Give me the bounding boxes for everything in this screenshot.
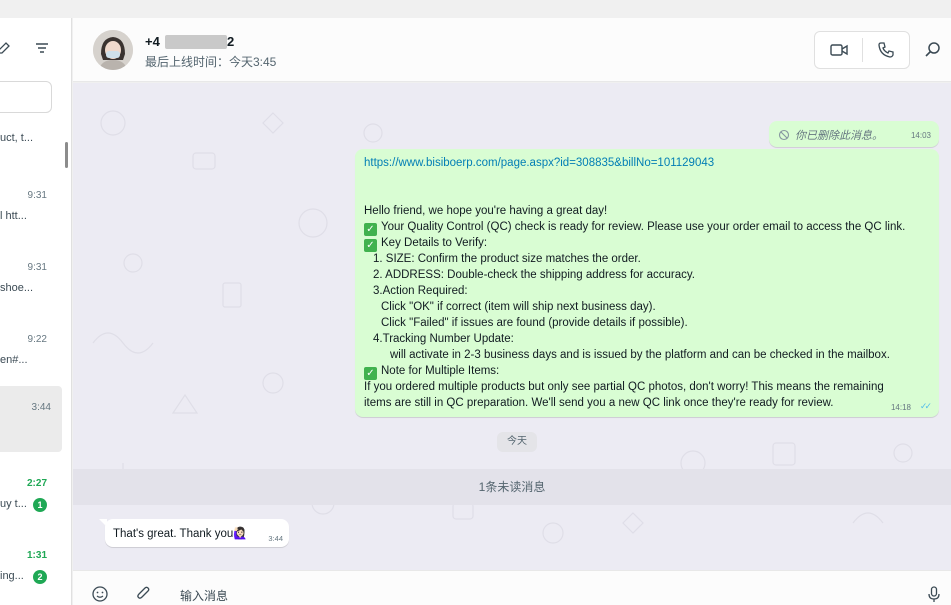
message-line-text: Key Details to Verify: xyxy=(381,237,488,249)
call-buttons xyxy=(814,31,910,69)
message-line-text: If you ordered multiple products but onl… xyxy=(364,381,884,393)
message-composer: 输入消息 xyxy=(73,570,951,605)
message-line-text: Note for Multiple Items: xyxy=(381,365,500,377)
deleted-message-bubble[interactable]: 你已删除此消息。 14:03 xyxy=(769,121,939,147)
filter-icon[interactable] xyxy=(34,40,50,56)
chat-preview: uct, t... xyxy=(0,132,34,144)
chat-list-item[interactable]: 3:44 xyxy=(0,386,62,452)
message-line: 4.Tracking Number Update: xyxy=(373,333,514,345)
message-line: 2. ADDRESS: Double-check the shipping ad… xyxy=(373,269,695,281)
read-receipt-icon: ✓✓ xyxy=(919,401,932,411)
chat-list-item[interactable]: uct, t... xyxy=(0,130,64,180)
chat-header: +4 2 最后上线时间：今天3:45 xyxy=(73,18,951,82)
sidebar-scrollbar[interactable] xyxy=(65,142,68,168)
chat-time: 2:27 xyxy=(26,478,47,489)
message-line: ✓ Key Details to Verify: xyxy=(364,237,487,252)
message-line-text: Click "OK" if correct (item will ship ne… xyxy=(381,301,656,313)
chat-list-item[interactable]: 2:27 uy t... 1 xyxy=(0,478,64,528)
chat-preview: l htt... xyxy=(0,210,27,222)
chat-list-item[interactable]: 1:31 ing... 2 xyxy=(0,550,64,600)
check-mark-icon: ✓ xyxy=(364,367,377,380)
message-line-text: 4.Tracking Number Update: xyxy=(373,333,514,345)
message-line-text: items are still in QC preparation. We'll… xyxy=(364,397,834,409)
call-divider xyxy=(862,38,863,62)
chat-time: 1:31 xyxy=(26,550,47,561)
search-icon[interactable] xyxy=(923,40,943,60)
contact-name[interactable]: +4 xyxy=(145,34,160,49)
incoming-message-text: That's great. Thank you🙋🏻‍♀️ xyxy=(113,528,248,540)
message-input[interactable]: 输入消息 xyxy=(180,587,228,604)
message-line-text: 1. SIZE: Confirm the product size matche… xyxy=(373,253,641,265)
unread-count-badge: 2 xyxy=(33,570,47,584)
chat-preview: ing... xyxy=(0,570,24,582)
message-line-text: Hello friend, we hope you're having a gr… xyxy=(364,205,608,217)
message-line: Click "Failed" if issues are found (prov… xyxy=(381,317,688,329)
conversation-panel[interactable]: 你已删除此消息。 14:03 https://www.bisiboerp.com… xyxy=(73,83,951,570)
microphone-icon[interactable] xyxy=(925,585,945,605)
check-mark-icon: ✓ xyxy=(364,223,377,236)
attach-icon[interactable] xyxy=(135,585,155,605)
date-divider: 今天 xyxy=(497,432,537,452)
last-seen-status: 最后上线时间：今天3:45 xyxy=(145,55,277,69)
message-line: will activate in 2-3 business days and i… xyxy=(390,349,890,361)
message-line-text: 2. ADDRESS: Double-check the shipping ad… xyxy=(373,269,695,281)
chat-time: 3:44 xyxy=(31,402,51,413)
message-line-text: Your Quality Control (QC) check is ready… xyxy=(381,221,906,233)
video-call-icon[interactable] xyxy=(829,40,849,60)
chat-list-item[interactable]: 9:22 en#... xyxy=(0,334,64,384)
incoming-message-bubble[interactable]: That's great. Thank you🙋🏻‍♀️ 3:44 xyxy=(105,519,289,547)
message-line: items are still in QC preparation. We'll… xyxy=(364,397,834,409)
check-mark-icon: ✓ xyxy=(364,239,377,252)
qc-link[interactable]: https://www.bisiboerp.com/page.aspx?id=3… xyxy=(364,157,714,169)
chat-search-input[interactable] xyxy=(0,81,52,113)
message-line: If you ordered multiple products but onl… xyxy=(364,381,884,393)
emoji-icon[interactable] xyxy=(91,585,111,605)
chat-list-item[interactable]: 9:31 shoe... xyxy=(0,262,64,312)
unread-count-badge: 1 xyxy=(33,498,47,512)
message-time: 3:44 xyxy=(268,534,283,543)
contact-name-suffix[interactable]: 2 xyxy=(227,34,234,49)
message-line-text: Click "Failed" if issues are found (prov… xyxy=(381,317,688,329)
chat-preview: uy t... xyxy=(0,498,27,510)
message-line-text: will activate in 2-3 business days and i… xyxy=(390,349,890,361)
avatar[interactable] xyxy=(93,30,133,70)
message-line: Hello friend, we hope you're having a gr… xyxy=(364,205,607,217)
voice-call-icon[interactable] xyxy=(876,40,896,60)
message-line: 3.Action Required: xyxy=(373,285,468,297)
unread-messages-divider: 1条未读消息 xyxy=(73,469,951,505)
message-line: 1. SIZE: Confirm the product size matche… xyxy=(373,253,641,265)
chat-time: 9:22 xyxy=(27,334,47,345)
chat-preview: en#... xyxy=(0,354,28,366)
chat-time: 9:31 xyxy=(27,190,47,201)
message-line: Click "OK" if correct (item will ship ne… xyxy=(381,301,656,313)
message-line: ✓ Note for Multiple Items: xyxy=(364,365,499,380)
outgoing-qc-message[interactable]: https://www.bisiboerp.com/page.aspx?id=3… xyxy=(355,149,939,417)
chat-list-item[interactable]: 9:31 l htt... xyxy=(0,190,64,240)
message-time: 14:03 xyxy=(910,131,931,140)
message-line-text: 3.Action Required: xyxy=(373,285,468,297)
blocked-icon xyxy=(778,129,790,141)
redacted-number xyxy=(165,35,227,49)
title-strip xyxy=(0,0,951,18)
new-chat-icon[interactable] xyxy=(0,40,12,56)
chat-list-sidebar: uct, t... 9:31 l htt... 9:31 shoe... 9:22 en#.… xyxy=(0,18,72,605)
chat-preview: shoe... xyxy=(0,282,34,294)
message-line: ✓ Your Quality Control (QC) check is read… xyxy=(364,221,905,236)
message-time: 14:18 xyxy=(890,403,911,412)
chat-time: 9:31 xyxy=(27,262,47,273)
whatsapp-window: uct, t... 9:31 l htt... 9:31 shoe... 9:22 en#.… xyxy=(0,0,951,605)
deleted-message-text: 你已删除此消息。 xyxy=(795,130,883,142)
